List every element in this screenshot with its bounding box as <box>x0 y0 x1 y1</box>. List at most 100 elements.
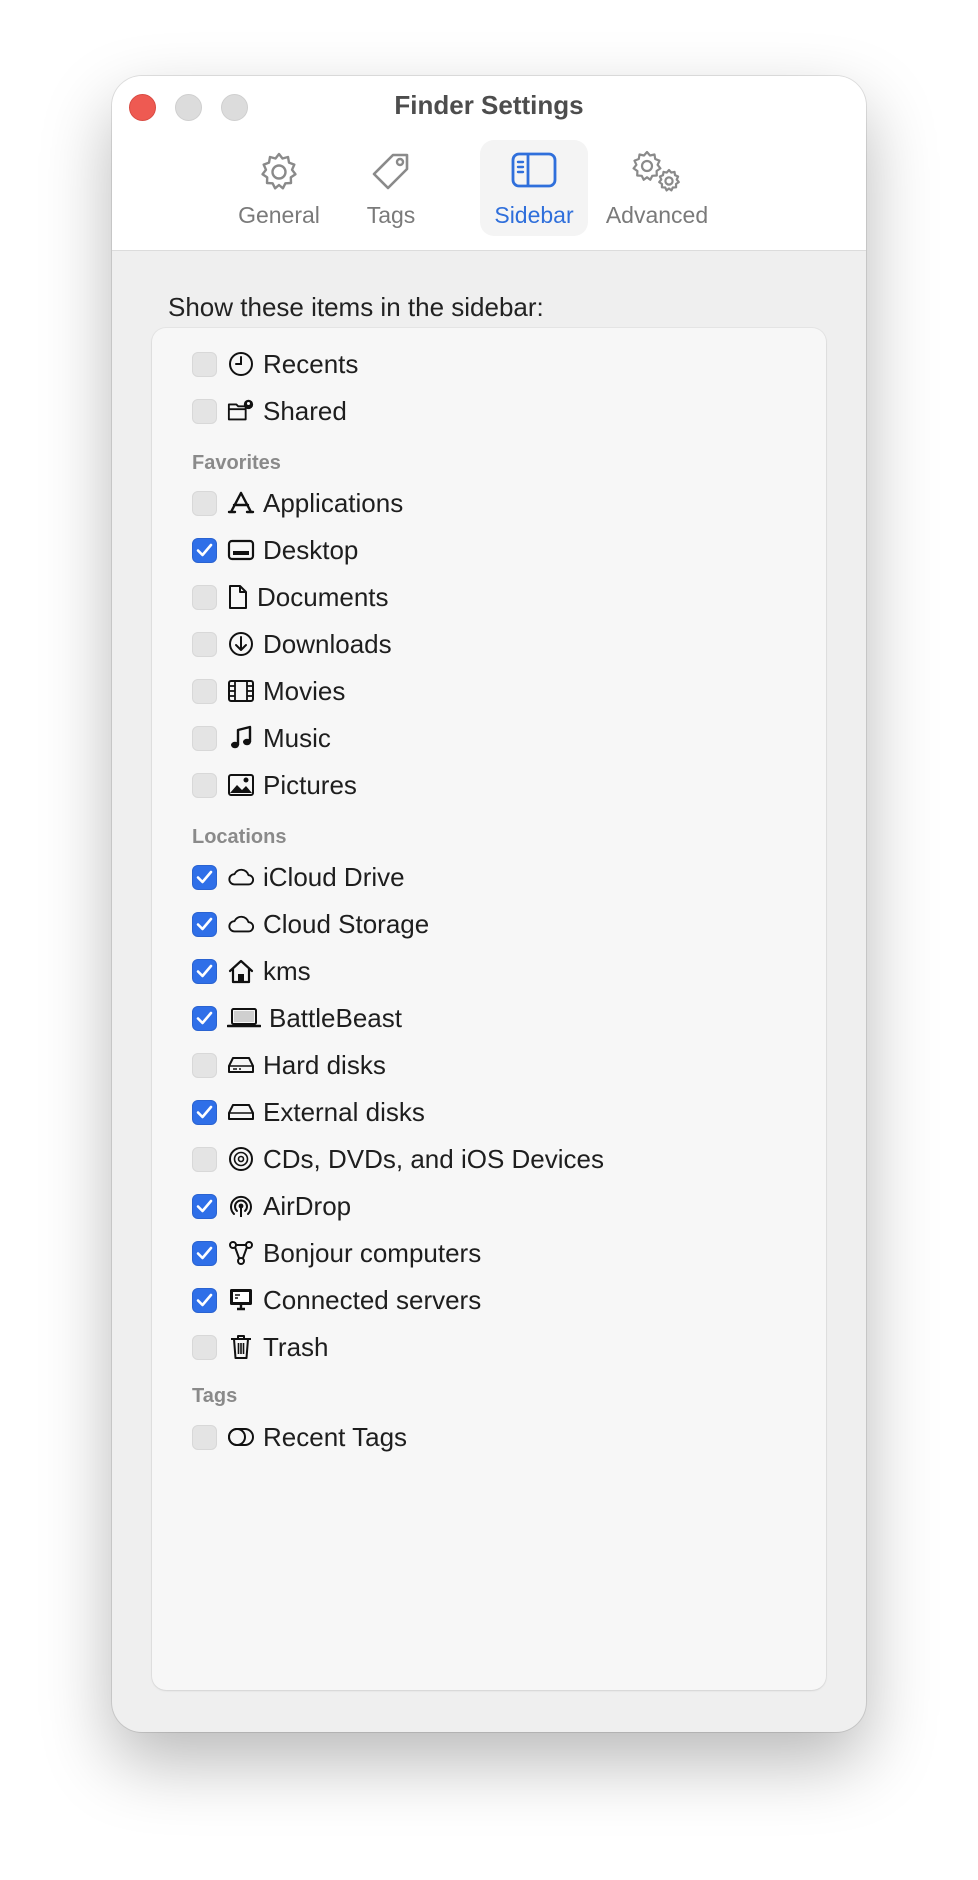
tab-sidebar-label: Sidebar <box>494 202 574 228</box>
kms-label: kms <box>263 955 311 986</box>
row-downloads[interactable]: Downloads <box>192 624 392 664</box>
music-note-icon <box>227 724 255 752</box>
laptop-icon <box>227 1004 261 1032</box>
row-cloud-storage[interactable]: Cloud Storage <box>192 904 429 944</box>
battlebeast-checkbox[interactable] <box>192 1005 217 1031</box>
external-disk-icon <box>227 1098 255 1126</box>
airdrop-label: AirDrop <box>263 1190 352 1221</box>
section-favorites: Favorites <box>192 452 281 474</box>
airdrop-checkbox[interactable] <box>192 1193 217 1219</box>
shared-label: Shared <box>263 395 347 426</box>
row-pictures[interactable]: Pictures <box>192 765 357 805</box>
tags-toggle-icon <box>227 1423 255 1451</box>
sidebar-icon <box>511 152 557 188</box>
trash-icon <box>227 1333 255 1361</box>
desktop-icon <box>227 536 255 564</box>
photo-icon <box>227 771 255 799</box>
row-recents[interactable]: Recents <box>192 344 358 384</box>
music-label: Music <box>263 722 331 753</box>
trash-checkbox[interactable] <box>192 1334 217 1360</box>
pictures-label: Pictures <box>263 769 357 800</box>
desktop-checkbox[interactable] <box>192 537 217 563</box>
connected-servers-label: Connected servers <box>263 1284 482 1315</box>
hard-disks-label: Hard disks <box>263 1049 386 1080</box>
connected-servers-checkbox[interactable] <box>192 1287 217 1313</box>
tab-advanced-label: Advanced <box>605 202 709 228</box>
cloud-icon <box>227 910 255 938</box>
row-kms[interactable]: kms <box>192 951 311 991</box>
bonjour-checkbox[interactable] <box>192 1240 217 1266</box>
row-bonjour[interactable]: Bonjour computers <box>192 1233 481 1273</box>
hard-disk-icon <box>227 1051 255 1079</box>
cloud-icon <box>227 863 255 891</box>
film-icon <box>227 677 255 705</box>
documents-label: Documents <box>257 581 389 612</box>
tab-general[interactable]: General <box>225 140 333 236</box>
gears-icon <box>632 150 680 192</box>
tag-icon <box>372 153 409 190</box>
icloud-drive-checkbox[interactable] <box>192 864 217 890</box>
battlebeast-label: BattleBeast <box>269 1002 402 1033</box>
row-recent-tags[interactable]: Recent Tags <box>192 1417 407 1457</box>
row-documents[interactable]: Documents <box>192 577 389 617</box>
tab-advanced[interactable]: Advanced <box>598 140 716 236</box>
recent-tags-checkbox[interactable] <box>192 1424 217 1450</box>
tab-tags[interactable]: Tags <box>337 140 445 236</box>
cloud-storage-checkbox[interactable] <box>192 911 217 937</box>
movies-checkbox[interactable] <box>192 678 217 704</box>
download-icon <box>227 630 255 658</box>
cds-dvds-checkbox[interactable] <box>192 1146 217 1172</box>
applications-icon <box>227 489 255 517</box>
home-icon <box>227 957 255 985</box>
row-battlebeast[interactable]: BattleBeast <box>192 998 402 1038</box>
recents-label: Recents <box>263 348 359 379</box>
row-cds-dvds[interactable]: CDs, DVDs, and iOS Devices <box>192 1139 604 1179</box>
airdrop-icon <box>227 1192 255 1220</box>
disc-icon <box>227 1145 255 1173</box>
downloads-label: Downloads <box>263 628 392 659</box>
window-title: Finder Settings <box>394 90 584 120</box>
music-checkbox[interactable] <box>192 725 217 751</box>
recent-tags-label: Recent Tags <box>263 1421 408 1452</box>
section-locations: Locations <box>192 826 287 848</box>
row-shared[interactable]: Shared <box>192 391 347 431</box>
tab-tags-label: Tags <box>366 202 416 228</box>
gear-icon <box>261 152 297 190</box>
row-music[interactable]: Music <box>192 718 331 758</box>
icloud-drive-label: iCloud Drive <box>263 861 405 892</box>
cds-dvds-label: CDs, DVDs, and iOS Devices <box>263 1143 604 1174</box>
sidebar-items-panel: Recents Shared Favorites Applications De… <box>152 328 826 1690</box>
desktop-label: Desktop <box>263 534 359 565</box>
row-desktop[interactable]: Desktop <box>192 530 358 570</box>
documents-checkbox[interactable] <box>192 584 217 610</box>
pictures-checkbox[interactable] <box>192 772 217 798</box>
server-display-icon <box>227 1286 255 1314</box>
sidebar-prompt: Show these items in the sidebar: <box>168 292 544 322</box>
tab-general-label: General <box>238 202 320 228</box>
downloads-checkbox[interactable] <box>192 631 217 657</box>
cloud-storage-label: Cloud Storage <box>263 908 430 939</box>
shared-checkbox[interactable] <box>192 398 217 424</box>
recents-checkbox[interactable] <box>192 351 217 377</box>
row-movies[interactable]: Movies <box>192 671 345 711</box>
shared-folder-icon <box>227 397 255 425</box>
row-external-disks[interactable]: External disks <box>192 1092 425 1132</box>
row-hard-disks[interactable]: Hard disks <box>192 1045 386 1085</box>
section-tags: Tags <box>192 1385 238 1407</box>
applications-label: Applications <box>263 487 404 518</box>
hard-disks-checkbox[interactable] <box>192 1052 217 1078</box>
bonjour-icon <box>227 1239 255 1267</box>
applications-checkbox[interactable] <box>192 490 217 516</box>
row-connected-servers[interactable]: Connected servers <box>192 1280 481 1320</box>
trash-label: Trash <box>263 1331 329 1362</box>
external-disks-checkbox[interactable] <box>192 1099 217 1125</box>
row-applications[interactable]: Applications <box>192 483 403 523</box>
row-icloud-drive[interactable]: iCloud Drive <box>192 857 405 897</box>
kms-checkbox[interactable] <box>192 958 217 984</box>
tab-sidebar[interactable]: Sidebar <box>480 140 588 236</box>
document-icon <box>227 583 249 611</box>
row-airdrop[interactable]: AirDrop <box>192 1186 351 1226</box>
row-trash[interactable]: Trash <box>192 1327 329 1367</box>
clock-icon <box>227 350 255 378</box>
bonjour-label: Bonjour computers <box>263 1237 482 1268</box>
